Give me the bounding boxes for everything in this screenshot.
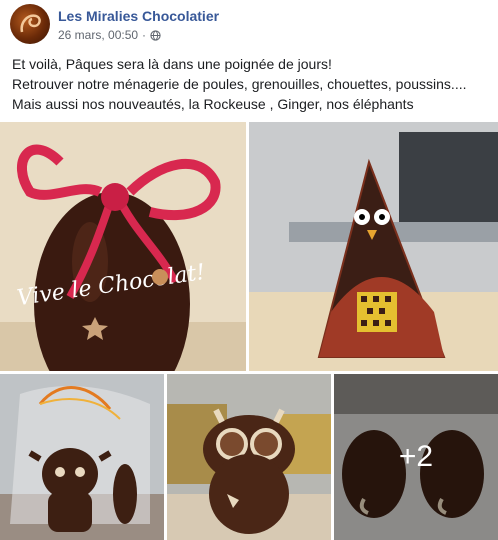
logo-icon bbox=[20, 14, 41, 33]
post-line: Retrouver notre ménagerie de poules, gre… bbox=[12, 76, 467, 92]
photo-wrapped-cow[interactable] bbox=[0, 374, 164, 540]
post-text: Et voilà, Pâques sera là dans une poigné… bbox=[12, 54, 492, 114]
post-line: Et voilà, Pâques sera là dans une poigné… bbox=[12, 56, 332, 72]
page-name-link[interactable]: Les Miralies Chocolatier bbox=[58, 8, 219, 24]
post-line: Mais aussi nos nouveautés, la Rockeuse ,… bbox=[12, 96, 414, 112]
photo-elephants[interactable]: +2 bbox=[334, 374, 498, 540]
photo-cow-glasses[interactable] bbox=[167, 374, 331, 540]
post-meta: 26 mars, 00:50 · bbox=[58, 28, 161, 42]
avatar[interactable] bbox=[10, 4, 50, 44]
post-header: Les Miralies Chocolatier 26 mars, 00:50 … bbox=[0, 0, 498, 46]
more-photos-overlay[interactable]: +2 bbox=[334, 374, 498, 540]
photo-hen[interactable] bbox=[249, 122, 498, 371]
globe-icon[interactable] bbox=[150, 29, 161, 41]
meta-separator: · bbox=[142, 28, 147, 42]
photo-egg[interactable]: Vive le Chocolat! bbox=[0, 122, 246, 371]
post-timestamp[interactable]: 26 mars, 00:50 bbox=[58, 28, 138, 42]
